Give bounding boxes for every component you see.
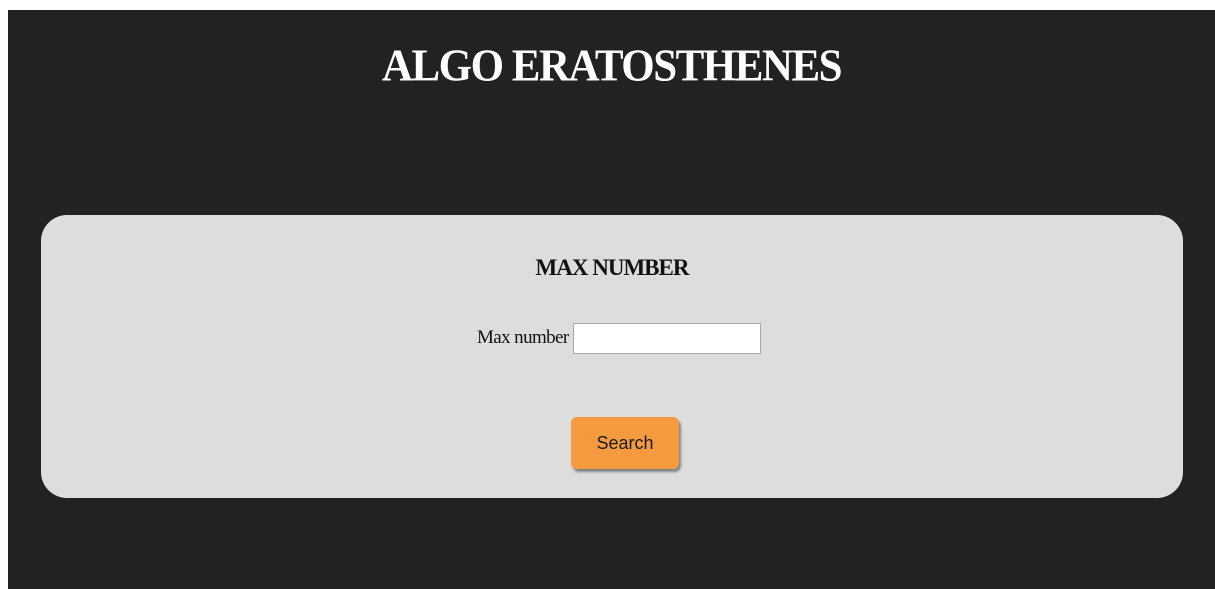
search-button[interactable]: Search — [571, 417, 679, 469]
max-number-field-row: Max number — [477, 321, 761, 355]
form-heading: MAX NUMBER — [535, 255, 690, 280]
max-number-input[interactable] — [572, 322, 761, 354]
page-container: ALGO ERATOSTHENES MAX NUMBER Max number … — [8, 10, 1215, 589]
max-number-form-panel: MAX NUMBER Max number Search — [41, 215, 1183, 498]
page-title: ALGO ERATOSTHENES — [381, 41, 843, 92]
max-number-label: Max number — [477, 327, 569, 348]
